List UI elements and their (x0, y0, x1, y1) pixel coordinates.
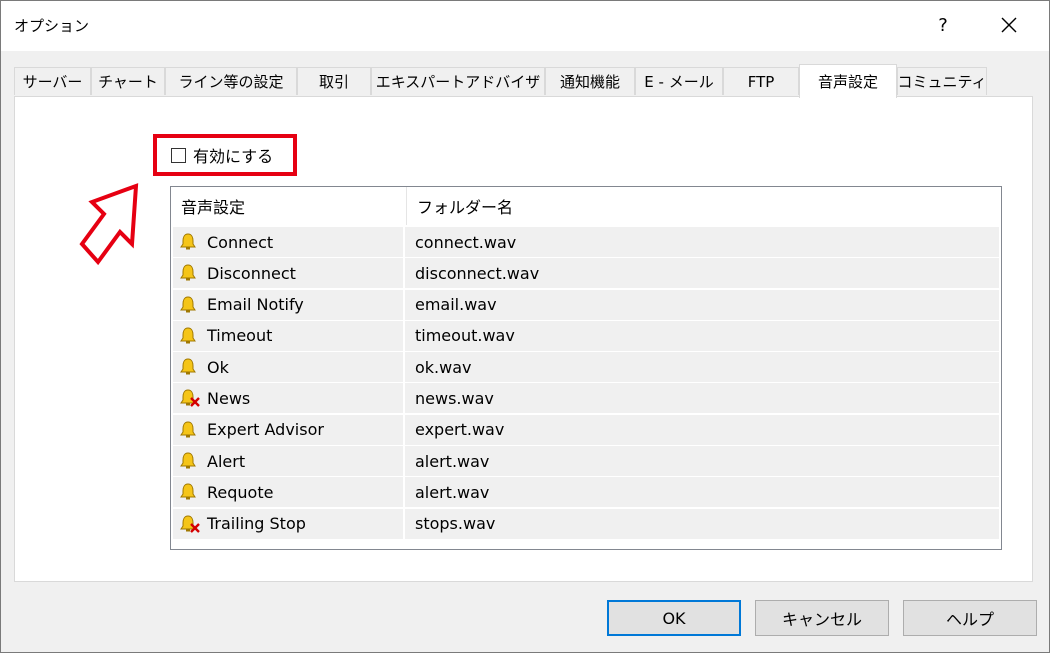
bell-icon (179, 357, 201, 377)
bell-icon (179, 326, 201, 346)
file-name-cell[interactable]: connect.wav (405, 227, 999, 257)
table-row[interactable]: Disconnect disconnect.wav (173, 258, 999, 289)
event-cell[interactable]: News (173, 383, 405, 414)
enable-checkbox[interactable] (171, 147, 186, 163)
tab-email[interactable]: E - メール (635, 67, 723, 95)
event-cell[interactable]: Expert Advisor (173, 414, 405, 445)
event-name: Timeout (207, 326, 273, 346)
tab-community[interactable]: コミュニティ (897, 67, 987, 95)
event-name: Connect (207, 232, 274, 252)
event-name: Ok (207, 357, 229, 377)
event-name: Alert (207, 451, 246, 471)
event-cell[interactable]: Email Notify (173, 289, 405, 320)
event-cell[interactable]: Connect (173, 227, 405, 257)
tab-chart[interactable]: チャート (91, 67, 165, 95)
table-row[interactable]: Expert Advisor expert.wav (173, 414, 999, 445)
table-row[interactable]: Trailing Stop stops.wav (173, 508, 999, 539)
file-name-cell[interactable]: timeout.wav (405, 321, 999, 351)
table-row[interactable]: Alert alert.wav (173, 446, 999, 477)
file-name-cell[interactable]: disconnect.wav (405, 258, 999, 288)
table-body: Connect connect.wav Disconnect disconnect.w… (173, 227, 999, 540)
tab-ftp[interactable]: FTP (723, 67, 799, 95)
bell-disabled-icon (179, 388, 201, 408)
sound-events-table: 音声設定 フォルダー名 Connect connect.wav Disconnect… (170, 186, 1002, 550)
table-row[interactable]: News news.wav (173, 383, 999, 414)
tab-notifications[interactable]: 通知機能 (545, 67, 635, 95)
table-row[interactable]: Email Notify email.wav (173, 289, 999, 320)
event-name: Disconnect (207, 263, 296, 283)
tab-expert-advisor[interactable]: エキスパートアドバイザ (371, 67, 545, 95)
help-icon-button[interactable]: ? (923, 7, 963, 43)
table-header: 音声設定 フォルダー名 (171, 187, 1001, 225)
event-name: Trailing Stop (207, 514, 306, 534)
bell-icon (179, 295, 201, 315)
file-name-cell[interactable]: ok.wav (405, 352, 999, 382)
event-name: Requote (207, 482, 274, 502)
tab-line-settings[interactable]: ライン等の設定 (165, 67, 297, 95)
enable-label: 有効にする (193, 147, 274, 166)
cancel-button[interactable]: キャンセル (755, 600, 889, 636)
event-name: Expert Advisor (207, 420, 324, 440)
tab-trade[interactable]: 取引 (297, 67, 371, 95)
bell-icon (179, 232, 201, 252)
file-name-cell[interactable]: email.wav (405, 290, 999, 320)
window-title: オプション (14, 17, 90, 35)
table-row[interactable]: Timeout timeout.wav (173, 320, 999, 351)
event-cell[interactable]: Trailing Stop (173, 508, 405, 539)
tab-strip: サーバー チャート ライン等の設定 取引 エキスパートアドバイザ 通知機能 E … (14, 64, 1034, 98)
bell-disabled-icon (179, 514, 201, 534)
bell-icon (179, 451, 201, 471)
tab-sound-settings[interactable]: 音声設定 (799, 64, 897, 98)
event-cell[interactable]: Timeout (173, 320, 405, 351)
bell-icon (179, 263, 201, 283)
table-row[interactable]: Connect connect.wav (173, 227, 999, 257)
enable-checkbox-highlight[interactable]: 有効にする (153, 134, 297, 176)
bell-icon (179, 482, 201, 502)
title-bar[interactable]: オプション ? (1, 1, 1049, 51)
file-name-cell[interactable]: alert.wav (405, 446, 999, 476)
close-icon (1001, 17, 1017, 33)
file-name-cell[interactable]: news.wav (405, 383, 999, 413)
file-name-cell[interactable]: stops.wav (405, 509, 999, 539)
event-name: Email Notify (207, 295, 304, 315)
event-cell[interactable]: Ok (173, 352, 405, 383)
column-header-sound[interactable]: 音声設定 (171, 187, 407, 225)
column-header-folder[interactable]: フォルダー名 (407, 187, 1001, 225)
annotation-arrow-icon (79, 183, 139, 266)
bell-icon (179, 420, 201, 440)
event-cell[interactable]: Disconnect (173, 258, 405, 289)
help-button[interactable]: ヘルプ (903, 600, 1037, 636)
file-name-cell[interactable]: alert.wav (405, 477, 999, 507)
event-cell[interactable]: Requote (173, 477, 405, 508)
file-name-cell[interactable]: expert.wav (405, 415, 999, 445)
event-name: News (207, 388, 251, 408)
close-button[interactable] (987, 7, 1031, 43)
table-row[interactable]: Ok ok.wav (173, 352, 999, 383)
tab-server[interactable]: サーバー (14, 67, 91, 95)
ok-button[interactable]: OK (607, 600, 741, 636)
table-row[interactable]: Requote alert.wav (173, 477, 999, 508)
event-cell[interactable]: Alert (173, 446, 405, 477)
